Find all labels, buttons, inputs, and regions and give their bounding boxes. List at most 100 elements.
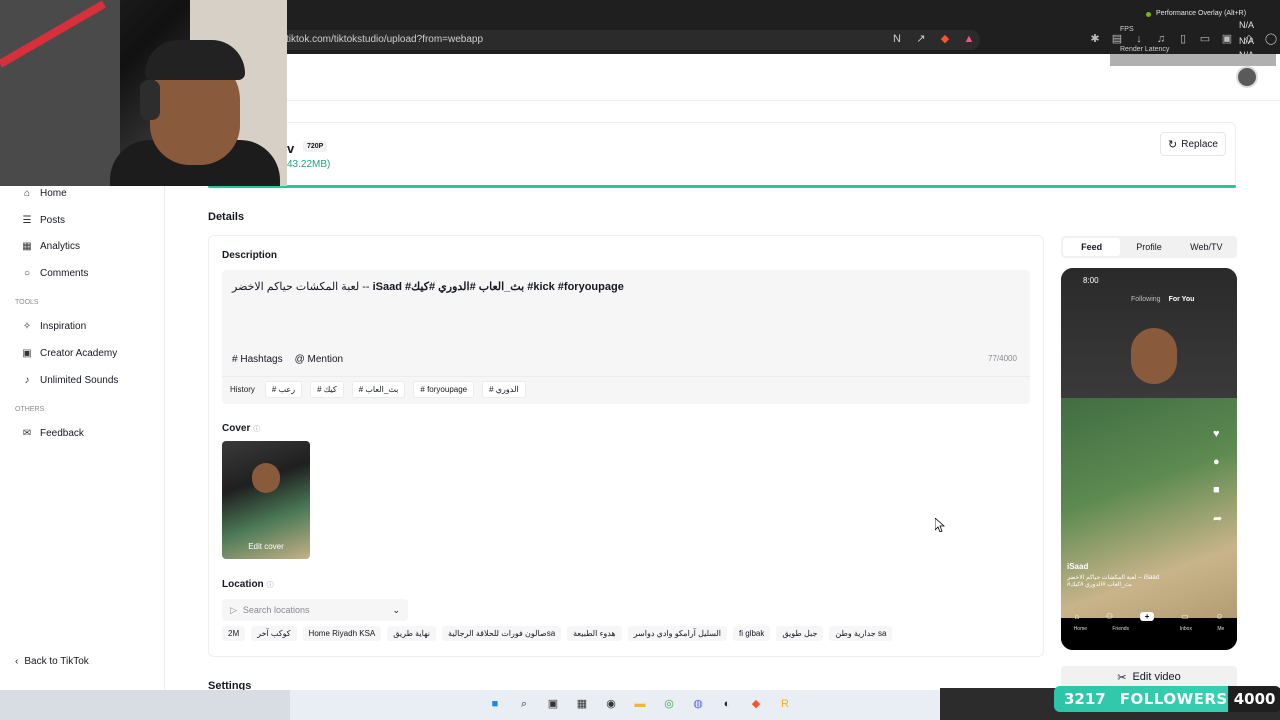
back-to-tiktok-link[interactable]: ‹ Back to TikTok: [15, 656, 89, 667]
extensions-icon[interactable]: ✱: [1088, 32, 1102, 46]
history-chip[interactable]: # foryoupage: [413, 381, 475, 398]
reader-mode-icon[interactable]: N: [890, 32, 904, 46]
hashtag-history: History # رعب # كيك # بث_العاب # foryoup…: [222, 376, 1030, 402]
rockstar-icon[interactable]: R: [776, 695, 794, 713]
hashtags-button[interactable]: # Hashtags: [232, 354, 283, 365]
tab-web-tv[interactable]: Web/TV: [1178, 238, 1235, 256]
replace-label: Replace: [1181, 138, 1218, 150]
info-icon[interactable]: ⓘ: [253, 426, 260, 433]
mention-label: Mention: [307, 354, 344, 365]
mention-button[interactable]: @ Mention: [295, 354, 344, 365]
preview-face: [1131, 328, 1177, 384]
history-chip[interactable]: # كيك: [310, 381, 344, 398]
obs-icon[interactable]: ◉: [602, 695, 620, 713]
description-prefix: لعبة المكشات حياكم الاخضر --: [232, 281, 373, 293]
location-chip[interactable]: نهاية طريق: [387, 626, 437, 641]
cover-label-text: Cover: [222, 423, 251, 434]
location-chip[interactable]: كوكب آخر: [251, 626, 297, 641]
sidebar-item-comments[interactable]: ○ Comments: [22, 268, 88, 279]
taskbar-left-area: [0, 690, 290, 720]
replace-button[interactable]: ↻ Replace: [1160, 132, 1226, 156]
tab-profile[interactable]: Profile: [1120, 238, 1177, 256]
location-label-text: Location: [222, 579, 264, 590]
phone-bottom-nav: ⌂ ⚇ + ▭ ☺: [1061, 612, 1237, 621]
history-chip[interactable]: # الدوري: [482, 381, 526, 398]
avatar[interactable]: [1236, 66, 1258, 88]
render-latency-label: Render Latency: [1120, 46, 1170, 53]
start-icon[interactable]: ■: [486, 695, 504, 713]
sidebar-item-feedback[interactable]: ✉ Feedback: [22, 428, 84, 439]
followers-label: FOLLOWERS: [1119, 690, 1228, 708]
scissors-icon: ✂: [1117, 671, 1127, 684]
sidebar-item-label: Feedback: [40, 428, 84, 439]
followers-goal-widget: 3217 FOLLOWERS 4000: [1054, 686, 1280, 712]
steam-icon[interactable]: ◐: [718, 695, 736, 713]
phone-screen: 8:00 Following For You ♥ ● ■ ➦ iSaad لعب…: [1061, 268, 1237, 650]
brave-icon[interactable]: ◆: [747, 695, 765, 713]
sidebar-item-inspiration[interactable]: ✧ Inspiration: [22, 321, 86, 332]
location-chip[interactable]: Home Riyadh KSA: [302, 626, 382, 641]
search-icon[interactable]: ⌕: [515, 695, 533, 713]
widgets-icon[interactable]: ▦: [573, 695, 591, 713]
file-explorer-icon[interactable]: ▬: [631, 695, 649, 713]
description-tools: # Hashtags @ Mention: [232, 354, 343, 365]
nvidia-dot-icon: [1146, 12, 1151, 17]
location-chip[interactable]: صالون فورات للحلاقة الرجاليةsa: [442, 626, 562, 641]
task-view-icon[interactable]: ▣: [544, 695, 562, 713]
sidebar-item-analytics[interactable]: ▦ Analytics: [22, 241, 80, 252]
others-heading: OTHERS: [15, 406, 45, 413]
following-label: Following: [1131, 296, 1161, 303]
chevron-down-icon[interactable]: ⌄: [392, 605, 400, 616]
nav-label: Home: [1073, 626, 1088, 632]
location-label: Location ⓘ: [222, 579, 274, 590]
edit-cover-button[interactable]: Edit cover: [222, 542, 310, 551]
sidebar-item-home[interactable]: ⌂ Home: [22, 188, 67, 199]
followers-count: 3217: [1064, 690, 1106, 708]
sidebar-item-label: Unlimited Sounds: [40, 375, 119, 386]
phone-time: 8:00: [1083, 276, 1099, 285]
location-chip[interactable]: 2M: [222, 626, 246, 641]
chrome-icon[interactable]: ◎: [660, 695, 678, 713]
history-chip[interactable]: # بث_العاب: [351, 381, 406, 398]
sidebar-item-unlimited-sounds[interactable]: ♪ Unlimited Sounds: [22, 375, 119, 386]
location-chip[interactable]: هدوء الطبيعة: [567, 626, 622, 641]
brave-rewards-icon[interactable]: ▲: [962, 32, 976, 46]
tab-feed[interactable]: Feed: [1063, 238, 1121, 256]
character-count: 77/4000: [988, 354, 1017, 363]
phone-preview: 8:00 Following For You ♥ ● ■ ➦ iSaad لعب…: [1061, 268, 1237, 650]
info-icon[interactable]: ⓘ: [267, 582, 274, 589]
inbox-icon: ▭: [1181, 612, 1189, 621]
location-chip[interactable]: fi glbak: [733, 626, 771, 641]
location-chip[interactable]: السليل آرامكو وادي دواسر: [627, 626, 728, 641]
header-divider: [287, 100, 1280, 101]
location-placeholder: Search locations: [242, 605, 310, 615]
history-chip[interactable]: # رعب: [264, 381, 303, 398]
share-icon[interactable]: ↗: [914, 32, 928, 46]
overlay-title: Performance Overlay (Alt+R): [1156, 10, 1247, 17]
phone-nav-labels: Home Friends Inbox Me: [1061, 626, 1237, 632]
comment-icon: ●: [1213, 456, 1220, 468]
discord-icon[interactable]: ◍: [689, 695, 707, 713]
description-text[interactable]: لعبة المكشات حياكم الاخضر -- iSaad #بث_ا…: [232, 280, 624, 293]
location-chip[interactable]: جبل طويق: [776, 626, 824, 641]
cover-label: Cover ⓘ: [222, 423, 260, 434]
nav-label: Me: [1217, 626, 1225, 632]
cover-thumbnail[interactable]: Edit cover: [222, 441, 310, 559]
me-icon: ☺: [1215, 612, 1224, 621]
preview-bottom-bar: [1061, 618, 1237, 650]
brave-shield-icon[interactable]: ◆: [938, 32, 952, 46]
history-label: History: [230, 385, 255, 394]
location-chip[interactable]: جدارية وطن sa: [829, 626, 893, 641]
preview-username: iSaad: [1067, 562, 1089, 571]
edit-video-label: Edit video: [1132, 671, 1181, 683]
at-icon: @: [294, 354, 308, 365]
address-bar-url[interactable]: tiktok.com/tiktokstudio/upload?from=weba…: [286, 34, 483, 45]
fps-label: FPS: [1120, 26, 1134, 33]
sidebar-item-posts[interactable]: ☰ Posts: [22, 215, 66, 226]
location-search-input[interactable]: ▷ Search locations ⌄: [222, 599, 408, 621]
upload-progress-bar: [208, 185, 1236, 188]
share-icon: ➦: [1213, 513, 1223, 525]
sidebar-item-creator-academy[interactable]: ▣ Creator Academy: [22, 348, 117, 359]
edit-video-button[interactable]: ✂ Edit video: [1061, 666, 1237, 688]
academy-icon: ▣: [22, 348, 32, 359]
